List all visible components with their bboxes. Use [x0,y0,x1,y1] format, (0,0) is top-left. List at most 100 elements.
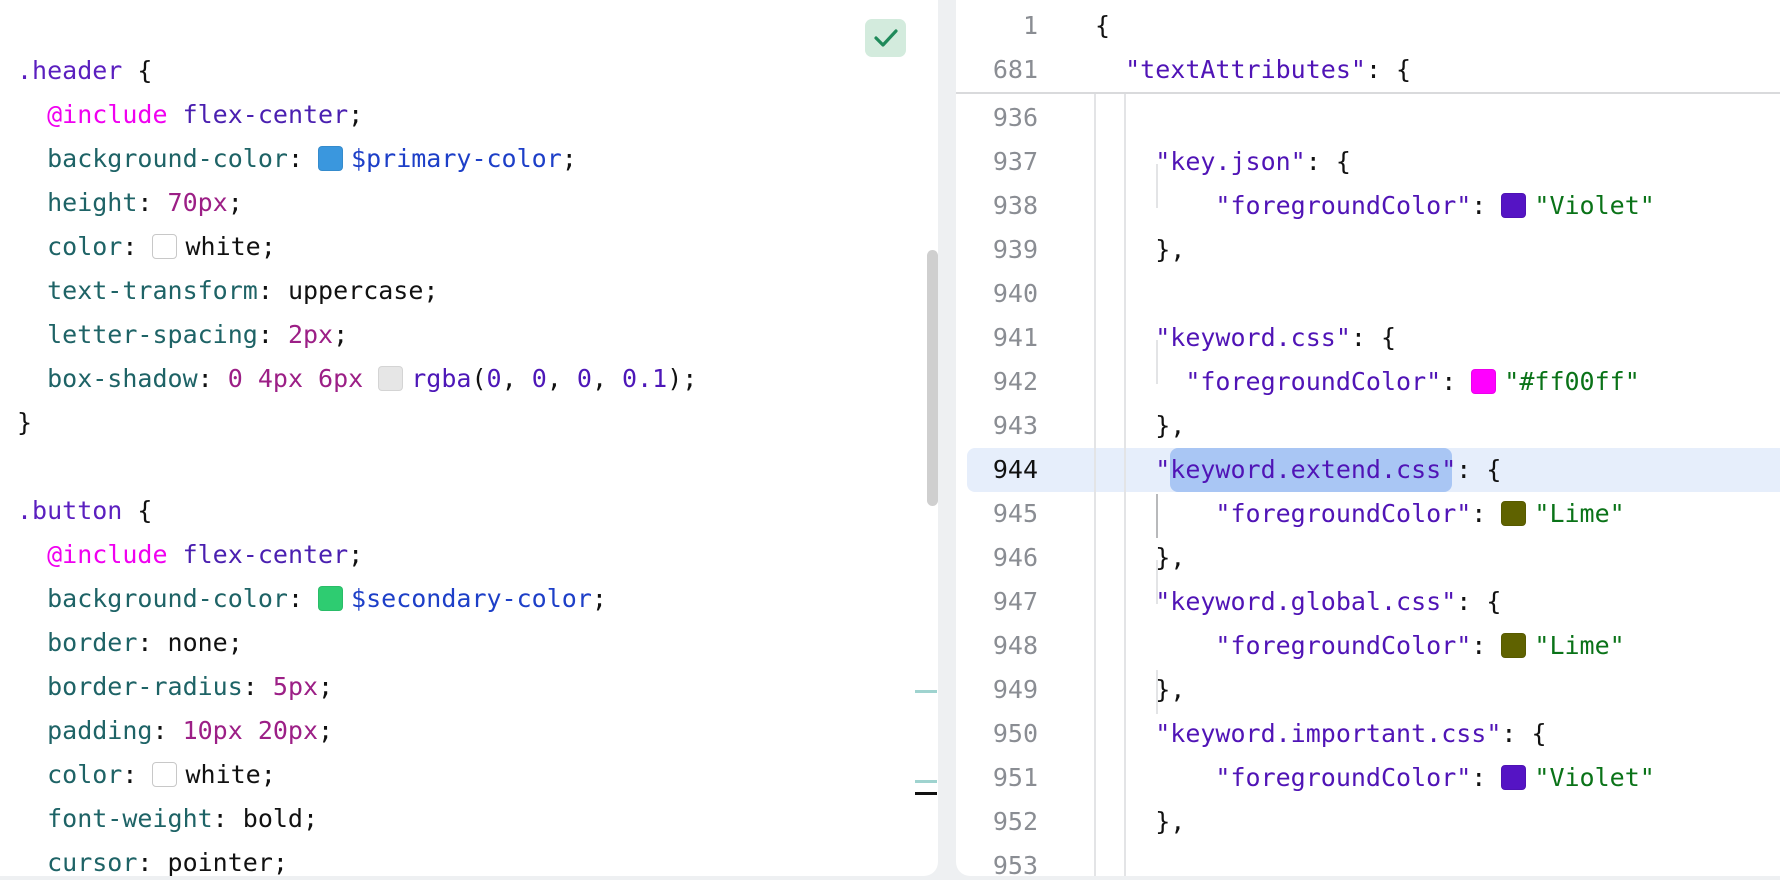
code-line[interactable]: border-radius: 5px; [17,665,938,709]
line-number[interactable]: 938 [956,184,1038,228]
code-line[interactable]: cursor: pointer; [17,841,938,876]
code-token-key: "key.json" [1155,147,1306,176]
code-token-fn: 0 [486,364,502,393]
code-line[interactable]: 941 "keyword.css": { [956,316,1780,360]
code-line[interactable]: text-transform: uppercase; [17,269,938,313]
line-number[interactable]: 681 [956,48,1038,92]
code-line[interactable]: 950 "keyword.important.css": { [956,712,1780,756]
code-token-punc: ; [272,848,288,876]
color-swatch-icon[interactable] [1501,765,1527,790]
line-number[interactable]: 943 [956,404,1038,448]
change-marker[interactable] [915,780,937,783]
line-number[interactable]: 946 [956,536,1038,580]
code-token-punc: : [1471,499,1502,528]
line-content: }, [1095,800,1185,844]
line-number[interactable]: 939 [956,228,1038,272]
code-line[interactable]: .button { [17,489,938,533]
code-token-prop: color [17,760,123,789]
code-token-str: "#ff00ff" [1504,367,1640,396]
code-line[interactable]: letter-spacing: 2px; [17,313,938,357]
code-token-punc: , [546,364,577,393]
sticky-code-line[interactable]: 681 "textAttributes": { [956,48,1780,92]
code-line[interactable]: color: white; [17,753,938,797]
code-token-punc: ; [260,232,276,261]
line-number[interactable]: 950 [956,712,1038,756]
code-line[interactable]: 948 "foregroundColor": "Lime" [956,624,1780,668]
line-number[interactable]: 940 [956,272,1038,316]
code-line[interactable]: 942 "foregroundColor": "#ff00ff" [956,360,1780,404]
json-editor-pane[interactable]: 1{681 "textAttributes": {936 937 "key.jso… [956,0,1780,876]
code-line[interactable]: @include flex-center; [17,93,938,137]
code-line[interactable]: @include flex-center; [17,533,938,577]
line-number[interactable]: 948 [956,624,1038,668]
code-token-prop: box-shadow [17,364,198,393]
color-swatch-icon[interactable] [1501,501,1527,526]
code-line[interactable]: 938 "foregroundColor": "Violet" [956,184,1780,228]
code-line[interactable]: 947 "keyword.global.css": { [956,580,1780,624]
code-line[interactable]: border: none; [17,621,938,665]
code-line[interactable]: } [17,401,938,445]
code-token-punc: : { [1501,719,1547,748]
color-swatch-icon[interactable] [1501,633,1527,658]
code-line[interactable]: 944 "keyword.extend.css": { [956,448,1780,492]
code-line[interactable]: 951 "foregroundColor": "Violet" [956,756,1780,800]
code-token-num: 5px [272,672,319,701]
code-line[interactable]: 945 "foregroundColor": "Lime" [956,492,1780,536]
code-line[interactable]: font-weight: bold; [17,797,938,841]
code-line[interactable]: 949 }, [956,668,1780,712]
code-line[interactable]: .header { [17,49,938,93]
code-token-punc: }, [1095,411,1186,440]
code-token-prop: font-weight [17,804,213,833]
scss-editor-pane[interactable]: .header { @include flex-center; backgrou… [0,0,938,876]
vertical-scrollbar[interactable] [927,250,938,506]
line-number[interactable]: 952 [956,800,1038,844]
line-number[interactable]: 942 [956,360,1038,404]
code-line[interactable]: 946 }, [956,536,1780,580]
code-line[interactable]: 937 "key.json": { [956,140,1780,184]
code-line[interactable]: 939 }, [956,228,1780,272]
code-line[interactable]: 943 }, [956,404,1780,448]
line-number[interactable]: 937 [956,140,1038,184]
code-line[interactable]: 936 [956,96,1780,140]
code-token-key: "foregroundColor" [1215,499,1472,528]
code-token-punc: : { [1350,323,1397,352]
code-line[interactable]: 952 }, [956,800,1780,844]
color-swatch-icon[interactable] [152,762,178,787]
line-number[interactable]: 936 [956,96,1038,140]
code-line[interactable]: color: white; [17,225,938,269]
code-line[interactable]: 940 [956,272,1780,316]
code-line[interactable]: background-color: $secondary-color; [17,577,938,621]
line-number[interactable]: 949 [956,668,1038,712]
code-token-fn: 0 [576,364,592,393]
no-problems-check-icon[interactable] [865,19,906,57]
change-marker[interactable] [915,690,937,693]
color-swatch-icon[interactable] [152,234,178,259]
color-swatch-icon[interactable] [1471,369,1497,394]
color-swatch-icon[interactable] [318,146,344,171]
code-line[interactable]: box-shadow: 0 4px 6px rgba(0, 0, 0, 0.1)… [17,357,938,401]
line-number[interactable]: 951 [956,756,1038,800]
code-line[interactable]: 953 [956,844,1780,876]
code-line[interactable]: padding: 10px 20px; [17,709,938,753]
code-token-str: "Violet" [1534,191,1655,220]
line-number[interactable]: 945 [956,492,1038,536]
line-number[interactable]: 1 [956,4,1038,48]
color-swatch-icon[interactable] [318,586,344,611]
sticky-code-line[interactable]: 1{ [956,4,1780,48]
line-number[interactable]: 953 [956,844,1038,876]
line-number[interactable]: 941 [956,316,1038,360]
code-line[interactable]: height: 70px; [17,181,938,225]
color-swatch-icon[interactable] [378,366,404,391]
code-line[interactable] [17,445,938,489]
code-token-num: 2px [287,320,334,349]
line-number[interactable]: 947 [956,580,1038,624]
line-number[interactable]: 944 [956,448,1038,492]
line-content: "foregroundColor": "Violet" [1095,184,1655,228]
code-line[interactable]: background-color: $primary-color; [17,137,938,181]
code-token-punc: } [17,408,33,437]
code-token-prop: padding [17,716,153,745]
color-swatch-icon[interactable] [1501,193,1527,218]
